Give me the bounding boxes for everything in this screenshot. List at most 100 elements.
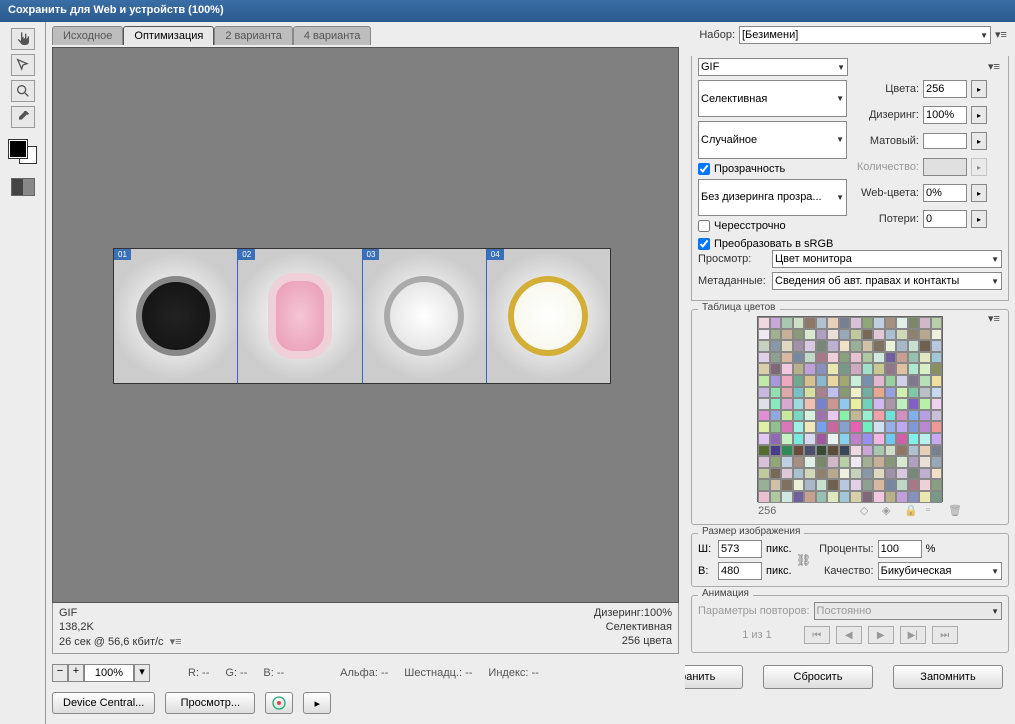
color-cell[interactable]: [919, 421, 931, 433]
color-cell[interactable]: [873, 433, 885, 445]
color-cell[interactable]: [804, 340, 816, 352]
color-cell[interactable]: [931, 421, 943, 433]
webcolors-input[interactable]: [923, 184, 967, 202]
colors-stepper-icon[interactable]: ▸: [971, 80, 987, 98]
color-cell[interactable]: [816, 317, 828, 329]
color-cell[interactable]: [758, 410, 770, 422]
percent-input[interactable]: [878, 540, 922, 558]
zoom-dropdown-icon[interactable]: ▾: [134, 664, 150, 682]
color-cell[interactable]: [781, 398, 793, 410]
color-cell[interactable]: [850, 340, 862, 352]
color-cell[interactable]: [816, 456, 828, 468]
color-cell[interactable]: [919, 479, 931, 491]
preset-menu-icon[interactable]: ▾≡: [995, 28, 1009, 42]
color-cell[interactable]: [793, 456, 805, 468]
color-cell[interactable]: [781, 387, 793, 399]
color-cell[interactable]: [908, 398, 920, 410]
color-cell[interactable]: [804, 329, 816, 341]
color-cell[interactable]: [816, 352, 828, 364]
color-cell[interactable]: [873, 387, 885, 399]
color-cell[interactable]: [793, 479, 805, 491]
color-cell[interactable]: [885, 375, 897, 387]
color-cell[interactable]: [896, 421, 908, 433]
color-cell[interactable]: [793, 317, 805, 329]
dither-stepper-icon[interactable]: ▸: [971, 106, 987, 124]
color-cell[interactable]: [931, 468, 943, 480]
transparency-checkbox[interactable]: Прозрачность: [698, 163, 847, 175]
matte-swatch[interactable]: [923, 133, 967, 149]
dither-input[interactable]: [923, 106, 967, 124]
srgb-checkbox[interactable]: Преобразовать в sRGB: [698, 238, 1002, 250]
reset-button[interactable]: Сбросить: [763, 665, 873, 689]
color-cell[interactable]: [862, 433, 874, 445]
color-cell[interactable]: [885, 468, 897, 480]
color-cell[interactable]: [908, 387, 920, 399]
color-cell[interactable]: [827, 387, 839, 399]
color-cell[interactable]: [862, 491, 874, 503]
color-cell[interactable]: [862, 410, 874, 422]
tab-optimized[interactable]: Оптимизация: [123, 26, 214, 45]
color-cell[interactable]: [919, 317, 931, 329]
color-cell[interactable]: [919, 363, 931, 375]
device-central-button[interactable]: Device Central...: [52, 692, 155, 714]
color-cell[interactable]: [770, 398, 782, 410]
color-cell[interactable]: [908, 456, 920, 468]
color-cell[interactable]: [885, 363, 897, 375]
color-cell[interactable]: [804, 456, 816, 468]
color-cell[interactable]: [908, 340, 920, 352]
color-cell[interactable]: [793, 468, 805, 480]
color-cell[interactable]: [885, 398, 897, 410]
color-cell[interactable]: [804, 375, 816, 387]
color-cell[interactable]: [850, 375, 862, 387]
webcolors-stepper-icon[interactable]: ▸: [971, 184, 987, 202]
color-cell[interactable]: [839, 398, 851, 410]
preview-button[interactable]: Просмотр...: [165, 692, 255, 714]
color-cell[interactable]: [839, 375, 851, 387]
color-cell[interactable]: [781, 352, 793, 364]
constrain-link-icon[interactable]: ⛓: [796, 548, 812, 572]
color-cell[interactable]: [816, 433, 828, 445]
color-cell[interactable]: [862, 479, 874, 491]
color-cell[interactable]: [793, 352, 805, 364]
color-cell[interactable]: [827, 317, 839, 329]
color-cell[interactable]: [873, 491, 885, 503]
color-cell[interactable]: [770, 445, 782, 457]
color-cell[interactable]: [816, 421, 828, 433]
color-cell[interactable]: [896, 340, 908, 352]
color-cell[interactable]: [919, 375, 931, 387]
color-cell[interactable]: [839, 387, 851, 399]
color-cell[interactable]: [758, 479, 770, 491]
color-cell[interactable]: [896, 445, 908, 457]
color-cell[interactable]: [873, 468, 885, 480]
color-cell[interactable]: [908, 491, 920, 503]
color-cell[interactable]: [804, 445, 816, 457]
color-cell[interactable]: [793, 445, 805, 457]
color-cell[interactable]: [873, 479, 885, 491]
color-cell[interactable]: [839, 445, 851, 457]
color-cell[interactable]: [770, 433, 782, 445]
color-cell[interactable]: [781, 329, 793, 341]
color-cell[interactable]: [781, 445, 793, 457]
color-cell[interactable]: [758, 491, 770, 503]
color-cell[interactable]: [919, 410, 931, 422]
color-cell[interactable]: [758, 363, 770, 375]
color-cell[interactable]: [862, 375, 874, 387]
color-cell[interactable]: [850, 398, 862, 410]
color-cell[interactable]: [816, 410, 828, 422]
color-cell[interactable]: [816, 479, 828, 491]
color-cell[interactable]: [908, 363, 920, 375]
browser-preview-icon[interactable]: [265, 692, 293, 714]
color-cell[interactable]: [793, 375, 805, 387]
color-cell[interactable]: [931, 410, 943, 422]
color-cell[interactable]: [839, 352, 851, 364]
metadata-select[interactable]: Сведения об авт. правах и контакты▼: [772, 272, 1002, 290]
speed-menu-icon[interactable]: ▾≡: [170, 635, 184, 649]
color-cell[interactable]: [839, 340, 851, 352]
color-cell[interactable]: [919, 340, 931, 352]
color-cell[interactable]: [919, 387, 931, 399]
color-cell[interactable]: [770, 317, 782, 329]
color-cell[interactable]: [896, 491, 908, 503]
color-cell[interactable]: [862, 340, 874, 352]
new-color-icon[interactable]: ▫: [926, 504, 940, 518]
hand-tool[interactable]: [11, 28, 35, 50]
